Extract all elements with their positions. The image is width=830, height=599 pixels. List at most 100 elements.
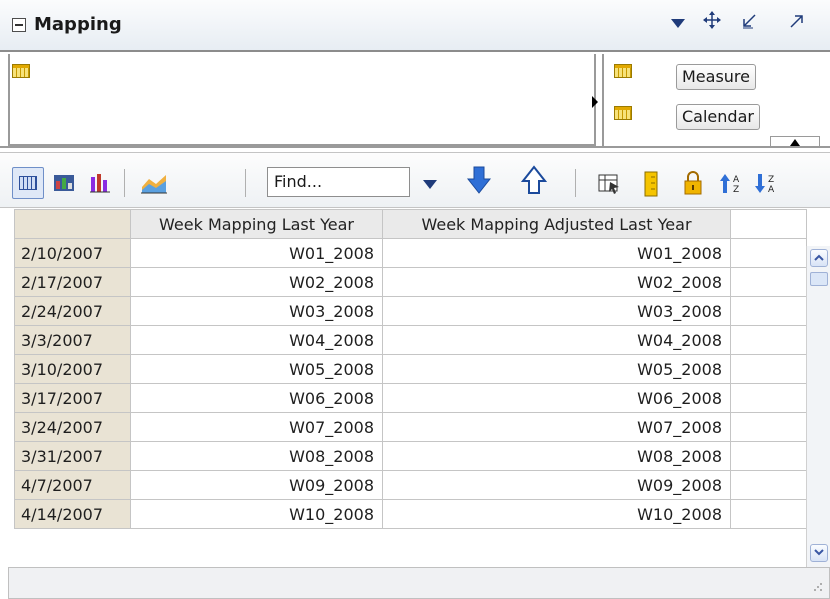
lock-icon (684, 171, 702, 195)
expand-icon[interactable] (783, 10, 811, 38)
bar-chart-button[interactable] (88, 171, 112, 195)
grid-icon (614, 106, 632, 120)
chevron-down-icon (423, 180, 437, 189)
find-input[interactable]: Find... (267, 167, 410, 197)
shrink-icon[interactable] (735, 10, 763, 38)
cell-empty (730, 238, 807, 268)
table-row: 2/17/2007 W02_2008 W02_2008 (14, 267, 807, 297)
cell-week-mapping-adjusted-last-year[interactable]: W06_2008 (382, 383, 731, 413)
cell-week-mapping-adjusted-last-year[interactable]: W04_2008 (382, 325, 731, 355)
sort-descending-icon: Z A (755, 174, 775, 195)
cell-week-mapping-last-year[interactable]: W10_2008 (130, 499, 383, 529)
cell-week-mapping-adjusted-last-year[interactable]: W09_2008 (382, 470, 731, 500)
cell-week-mapping-adjusted-last-year[interactable]: W05_2008 (382, 354, 731, 384)
collapse-toggle-icon[interactable] (12, 18, 26, 32)
column-header-week-mapping-adjusted-last-year[interactable]: Week Mapping Adjusted Last Year (382, 209, 731, 239)
cell-week-mapping-last-year[interactable]: W08_2008 (130, 441, 383, 471)
arrow-up-icon (520, 165, 548, 194)
cell-week-mapping-last-year[interactable]: W04_2008 (130, 325, 383, 355)
cell-week-mapping-adjusted-last-year[interactable]: W10_2008 (382, 499, 731, 529)
cell-week-mapping-adjusted-last-year[interactable]: W03_2008 (382, 296, 731, 326)
corner-cell (14, 209, 131, 239)
find-previous-button[interactable] (520, 165, 548, 194)
toolbar-separator (245, 169, 246, 197)
table-row: 3/10/2007 W05_2008 W05_2008 (14, 354, 807, 384)
table-icon (19, 176, 37, 190)
column-header-empty (730, 209, 807, 239)
dropdown-triangle-icon[interactable] (664, 10, 692, 38)
row-header-date[interactable]: 3/3/2007 (14, 325, 131, 355)
toolbar-separator (575, 169, 576, 197)
cell-week-mapping-last-year[interactable]: W02_2008 (130, 267, 383, 297)
sort-ascending-button[interactable]: A Z (719, 171, 743, 195)
lock-button[interactable] (682, 171, 706, 195)
data-table: Week Mapping Last Year Week Mapping Adju… (14, 209, 807, 529)
column-dimension-zone[interactable]: Measure Calendar (602, 54, 830, 148)
row-header-date[interactable]: 4/14/2007 (14, 499, 131, 529)
grid-toolbar: Find... A Z Z A (0, 152, 830, 208)
area-chart-icon (141, 175, 167, 194)
cell-week-mapping-adjusted-last-year[interactable]: W07_2008 (382, 412, 731, 442)
divider (0, 146, 830, 148)
cell-week-mapping-adjusted-last-year[interactable]: W02_2008 (382, 267, 731, 297)
svg-text:Z: Z (733, 185, 739, 195)
table-view-button[interactable] (12, 167, 44, 199)
cell-week-mapping-last-year[interactable]: W07_2008 (130, 412, 383, 442)
cell-week-mapping-adjusted-last-year[interactable]: W08_2008 (382, 441, 731, 471)
row-header-date[interactable]: 2/17/2007 (14, 267, 131, 297)
svg-text:A: A (768, 185, 775, 195)
table-row: 3/3/2007 W04_2008 W04_2008 (14, 325, 807, 355)
area-chart-button[interactable] (140, 171, 167, 195)
cell-empty (730, 383, 807, 413)
cell-empty (730, 296, 807, 326)
row-header-date[interactable]: 2/10/2007 (14, 238, 131, 268)
cell-week-mapping-last-year[interactable]: W06_2008 (130, 383, 383, 413)
scroll-up-arrow-icon[interactable] (810, 249, 828, 267)
cell-empty (730, 441, 807, 471)
cell-empty (730, 470, 807, 500)
table-row: 4/14/2007 W10_2008 W10_2008 (14, 499, 807, 529)
highlight-button[interactable] (641, 171, 665, 197)
cell-week-mapping-last-year[interactable]: W03_2008 (130, 296, 383, 326)
resize-grip-icon[interactable] (813, 582, 823, 592)
cell-week-mapping-adjusted-last-year[interactable]: W01_2008 (382, 238, 731, 268)
row-header-date[interactable]: 2/24/2007 (14, 296, 131, 326)
cell-empty (730, 354, 807, 384)
panel-header: Mapping (0, 0, 830, 52)
arrow-down-icon (466, 166, 492, 194)
table-row: 2/10/2007 W01_2008 W01_2008 (14, 238, 807, 268)
sort-ascending-icon: A Z (720, 174, 740, 195)
find-next-button[interactable] (466, 165, 492, 194)
measure-dimension-pill[interactable]: Measure (676, 64, 756, 90)
calendar-dimension-pill[interactable]: Calendar (676, 104, 760, 130)
row-header-date[interactable]: 3/31/2007 (14, 441, 131, 471)
scrollbar-thumb[interactable] (810, 272, 828, 286)
svg-text:Z: Z (768, 175, 774, 185)
table-row: 4/7/2007 W09_2008 W09_2008 (14, 470, 807, 500)
cell-empty (730, 499, 807, 529)
bar-chart-icon (90, 174, 110, 193)
cell-week-mapping-last-year[interactable]: W01_2008 (130, 238, 383, 268)
row-dimension-zone[interactable] (8, 54, 596, 146)
pivot-layout-area: Measure Calendar (0, 54, 830, 149)
chart-table-view-button[interactable] (52, 171, 76, 195)
find-dropdown-button[interactable] (423, 175, 447, 199)
row-header-date[interactable]: 4/7/2007 (14, 470, 131, 500)
row-header-date[interactable]: 3/24/2007 (14, 412, 131, 442)
scroll-down-arrow-icon[interactable] (810, 544, 828, 562)
column-header-week-mapping-last-year[interactable]: Week Mapping Last Year (130, 209, 383, 239)
vertical-scrollbar[interactable] (806, 246, 830, 568)
sort-descending-button[interactable]: Z A (754, 171, 778, 195)
toolbar-separator (124, 169, 125, 197)
grid-icon (614, 64, 632, 78)
export-icon (598, 174, 619, 194)
cell-empty (730, 325, 807, 355)
cell-week-mapping-last-year[interactable]: W05_2008 (130, 354, 383, 384)
svg-text:A: A (733, 175, 740, 185)
cell-week-mapping-last-year[interactable]: W09_2008 (130, 470, 383, 500)
export-button[interactable] (597, 171, 621, 195)
row-header-date[interactable]: 3/10/2007 (14, 354, 131, 384)
row-header-date[interactable]: 3/17/2007 (14, 383, 131, 413)
move-icon[interactable] (698, 10, 726, 38)
grid-icon (12, 64, 30, 78)
